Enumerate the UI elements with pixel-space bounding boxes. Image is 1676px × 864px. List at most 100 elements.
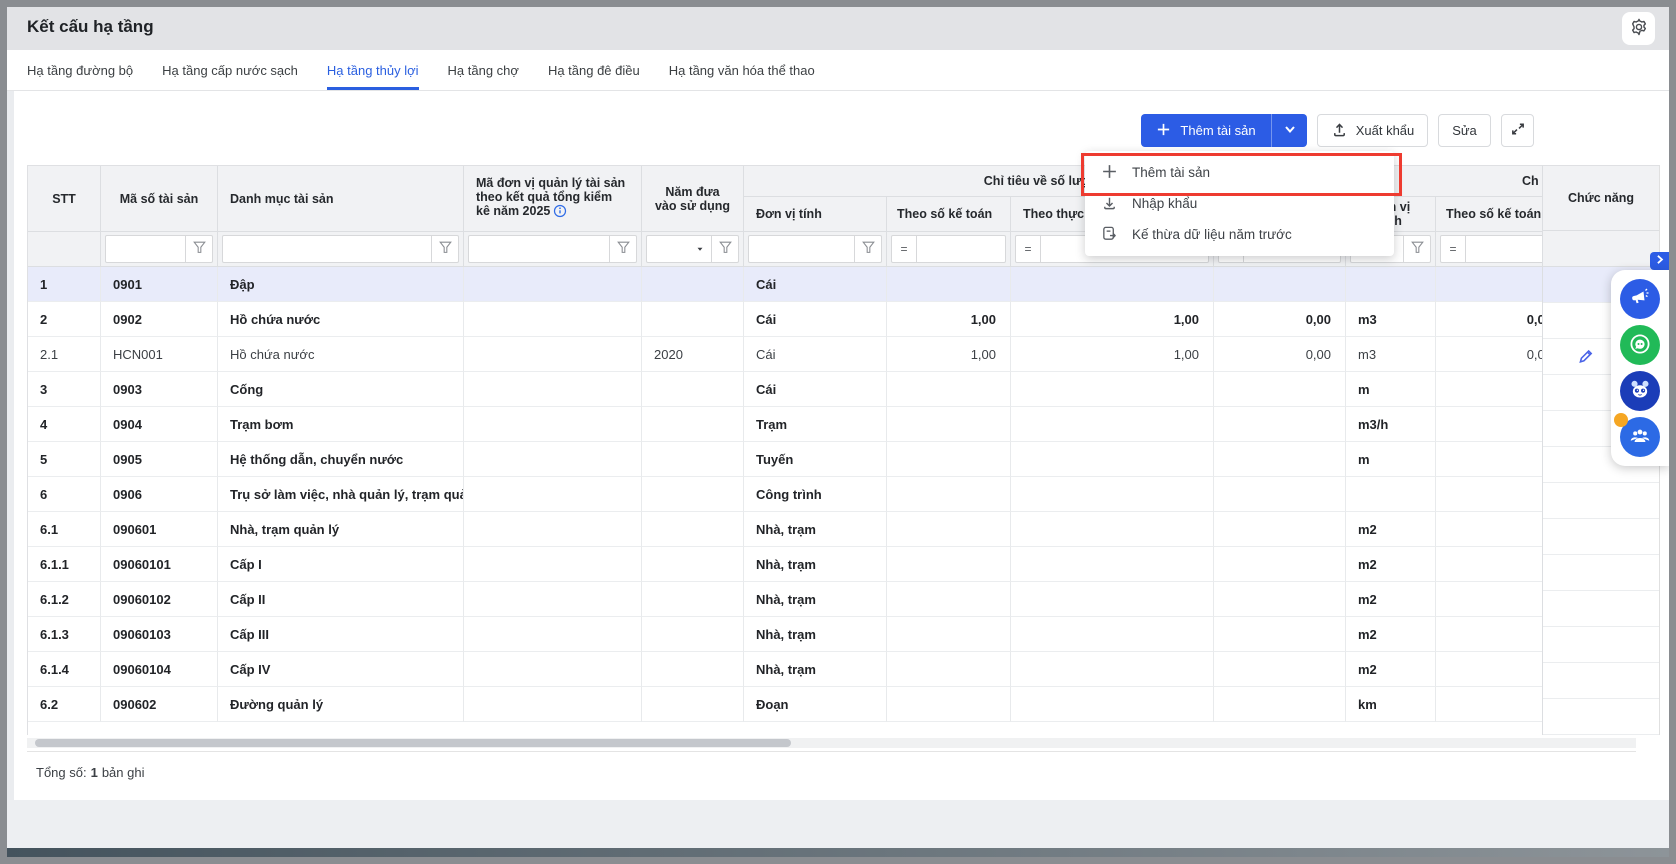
cell-kt2 xyxy=(1436,512,1542,547)
filter-button-dvt1[interactable] xyxy=(855,235,882,263)
cell-kt2 xyxy=(1436,477,1542,512)
cell-stt: 1 xyxy=(28,267,101,302)
menu-item-0[interactable]: Thêm tài sản xyxy=(1085,157,1394,188)
filter-cell-danh_muc xyxy=(218,232,464,267)
cell-danh_muc: Cấp IV xyxy=(218,652,464,687)
cell-dvt1: Nhà, trạm xyxy=(744,617,887,652)
add-asset-button[interactable]: Thêm tài sản xyxy=(1141,114,1271,147)
cell-ma_don_vi xyxy=(464,512,642,547)
assistant-fab[interactable] xyxy=(1620,371,1660,411)
filter-button-danh_muc[interactable] xyxy=(432,235,459,263)
table-row[interactable]: 6.1.309060103Cấp IIINhà, trạmm2 xyxy=(28,617,1542,652)
filter-input-kt2[interactable] xyxy=(1466,235,1542,263)
cell-stt: 3 xyxy=(28,372,101,407)
export-button[interactable]: Xuất khẩu xyxy=(1317,114,1428,147)
edit-button[interactable]: Sửa xyxy=(1438,114,1491,147)
cell-stt: 6.1.1 xyxy=(28,547,101,582)
table-row[interactable]: 6.2090602Đường quản lýĐoạnkm xyxy=(28,687,1542,722)
edit-row-button[interactable] xyxy=(1576,346,1595,368)
table-row[interactable]: 40904Trạm bơmTrạmm3/h xyxy=(28,407,1542,442)
table-row[interactable]: 30903CốngCáim xyxy=(28,372,1542,407)
cell-dvt1: Nhà, trạm xyxy=(744,652,887,687)
filter-button-nam[interactable] xyxy=(712,235,739,263)
announcement-fab[interactable] xyxy=(1620,279,1660,319)
cell-kt1: 1,00 xyxy=(887,337,1011,372)
table-row[interactable]: 6.1.109060101Cấp INhà, trạmm2 xyxy=(28,547,1542,582)
filter-input-ma_don_vi[interactable] xyxy=(468,235,610,263)
cell-kk1: 1,00 xyxy=(1011,337,1214,372)
cell-nam xyxy=(642,372,744,407)
cell-ma_don_vi xyxy=(464,337,642,372)
cell-kt1 xyxy=(887,477,1011,512)
cell-ma_so: 09060103 xyxy=(101,617,218,652)
filter-input-kt1[interactable] xyxy=(917,235,1006,263)
tab-0[interactable]: Hạ tầng đường bộ xyxy=(27,50,133,90)
filter-cell-nam xyxy=(642,232,744,267)
tab-5[interactable]: Hạ tầng văn hóa thể thao xyxy=(669,50,815,90)
filter-input-dvt1[interactable] xyxy=(748,235,855,263)
cell-danh_muc: Cấp I xyxy=(218,547,464,582)
funnel-icon xyxy=(438,240,453,258)
cell-dvt2: km xyxy=(1346,687,1436,722)
tab-1[interactable]: Hạ tầng cấp nước sạch xyxy=(162,50,298,90)
filter-button-ma_so[interactable] xyxy=(186,235,213,263)
table-row[interactable]: 20902Hồ chứa nướcCái1,001,000,00m30,00 xyxy=(28,302,1542,337)
table-row[interactable]: 6.1090601Nhà, trạm quản lýNhà, trạmm2 xyxy=(28,512,1542,547)
cell-danh_muc: Đập xyxy=(218,267,464,302)
filter-input-danh_muc[interactable] xyxy=(222,235,432,263)
filter-operator-kt1[interactable]: = xyxy=(891,235,917,263)
filter-button-ma_don_vi[interactable] xyxy=(610,235,637,263)
horizontal-scrollbar-thumb[interactable] xyxy=(35,739,791,747)
chat-fab[interactable] xyxy=(1620,325,1660,365)
plus-icon xyxy=(1156,122,1171,140)
add-asset-dropdown-toggle[interactable] xyxy=(1271,114,1307,147)
cell-nam xyxy=(642,302,744,337)
table-row[interactable]: 6.1.409060104Cấp IVNhà, trạmm2 xyxy=(28,652,1542,687)
filter-operator-kt2[interactable]: = xyxy=(1440,235,1466,263)
info-icon[interactable] xyxy=(553,204,567,221)
cell-kk1 xyxy=(1011,267,1214,302)
cell-danh_muc: Hồ chứa nước xyxy=(218,337,464,372)
table-row[interactable]: 6.1.209060102Cấp IINhà, trạmm2 xyxy=(28,582,1542,617)
tab-2[interactable]: Hạ tầng thủy lợi xyxy=(327,50,419,90)
filter-cell-stt xyxy=(28,232,101,267)
tab-4[interactable]: Hạ tầng đê điều xyxy=(548,50,640,90)
cell-kk1 xyxy=(1011,407,1214,442)
cell-stt: 6.1.2 xyxy=(28,582,101,617)
cell-ma_so: 0904 xyxy=(101,407,218,442)
table-row[interactable]: 60906Trụ sở làm việc, nhà quản lý, trạm … xyxy=(28,477,1542,512)
total-label: Tổng số: xyxy=(36,765,87,780)
screenshot-frame: Kết cấu hạ tầng Hạ tầng đường bộHạ tầng … xyxy=(0,0,1676,864)
cell-danh_muc: Cấp III xyxy=(218,617,464,652)
cell-kk1 xyxy=(1011,547,1214,582)
table-row[interactable]: 2.1HCN001Hồ chứa nước2020Cái1,001,000,00… xyxy=(28,337,1542,372)
filter-operator-kk1[interactable]: = xyxy=(1015,235,1041,263)
settings-button[interactable] xyxy=(1622,12,1655,45)
filter-select-nam[interactable] xyxy=(646,235,712,263)
cell-kt1 xyxy=(887,547,1011,582)
community-fab[interactable] xyxy=(1620,417,1660,457)
expand-button[interactable] xyxy=(1501,114,1534,147)
cell-dvt1: Trạm xyxy=(744,407,887,442)
cell-kt2 xyxy=(1436,267,1542,302)
menu-item-1[interactable]: Nhập khẩu xyxy=(1085,188,1394,219)
tab-3[interactable]: Hạ tầng chợ xyxy=(448,50,519,90)
chevron-right-icon xyxy=(1653,253,1666,269)
menu-item-2[interactable]: Kế thừa dữ liệu năm trước xyxy=(1085,219,1394,250)
cell-kk1: 1,00 xyxy=(1011,302,1214,337)
table-row[interactable]: 10901ĐậpCái xyxy=(28,267,1542,302)
side-panel-toggle[interactable] xyxy=(1650,252,1669,270)
filter-input-ma_so[interactable] xyxy=(105,235,186,263)
people-icon xyxy=(1626,422,1654,453)
cell-nam xyxy=(642,477,744,512)
cell-danh_muc: Hồ chứa nước xyxy=(218,302,464,337)
column-header-nam: Năm đưa vào sử dụng xyxy=(642,166,744,232)
table-row[interactable]: 50905Hệ thống dẫn, chuyển nướcTuyếnm xyxy=(28,442,1542,477)
cell-ma_don_vi xyxy=(464,547,642,582)
chat-icon xyxy=(1627,331,1653,360)
cell-kt2: 0,00 xyxy=(1436,337,1542,372)
cell-cl1 xyxy=(1214,267,1346,302)
inherit-data-icon xyxy=(1101,225,1118,245)
filter-button-dvt2[interactable] xyxy=(1404,235,1431,263)
filter-cell-kt2: = xyxy=(1436,232,1542,267)
